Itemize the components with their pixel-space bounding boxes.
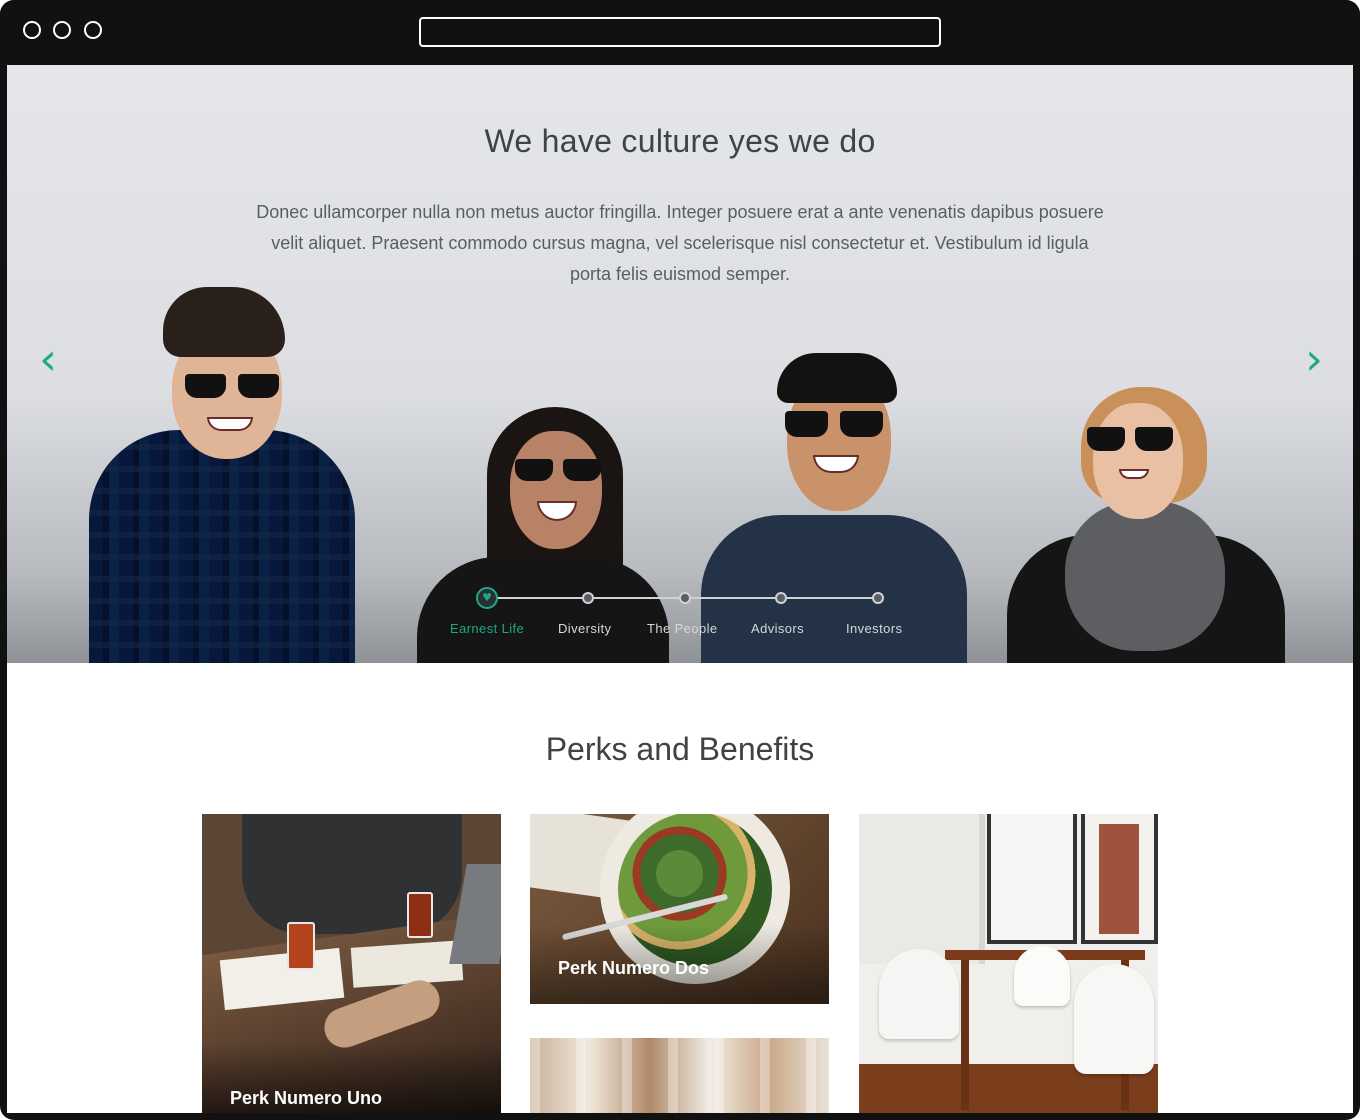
browser-window: We have culture yes we do Donec ullamcor…	[0, 0, 1360, 1120]
chevron-right-icon: ›	[1305, 334, 1323, 385]
timeline-label-investors[interactable]: Investors	[846, 621, 902, 636]
heart-icon: ♥	[482, 591, 492, 604]
timeline-node-advisors[interactable]	[775, 592, 787, 604]
perk-card-3[interactable]	[859, 814, 1158, 1113]
timeline-node-earnest-life[interactable]: ♥	[476, 587, 498, 609]
window-maximize-button[interactable]	[84, 21, 102, 39]
timeline-label-the-people[interactable]: The People	[647, 621, 718, 636]
hero-description: Donec ullamcorper nulla non metus auctor…	[256, 202, 1104, 284]
perk-card-2[interactable]: Perk Numero Dos	[530, 814, 829, 1004]
timeline-node-the-people[interactable]	[679, 592, 691, 604]
window-minimize-button[interactable]	[53, 21, 71, 39]
address-bar[interactable]	[419, 17, 941, 47]
perk-card-1-label: Perk Numero Uno	[230, 1088, 383, 1108]
next-slide-button[interactable]: ›	[1299, 338, 1329, 382]
culture-timeline: ♥ Earnest Life Diversity The People Advi…	[437, 585, 907, 645]
perk-card-1[interactable]: Perk Numero Uno	[202, 814, 501, 1113]
timeline-node-diversity[interactable]	[582, 592, 594, 604]
culture-hero: We have culture yes we do Donec ullamcor…	[7, 65, 1353, 663]
timeline-node-investors[interactable]	[872, 592, 884, 604]
timeline-label-advisors[interactable]: Advisors	[751, 621, 804, 636]
browser-titlebar	[0, 0, 1360, 62]
hero-title: We have culture yes we do	[484, 123, 876, 159]
perk-card-2-label: Perk Numero Dos	[558, 958, 710, 978]
perk-card-4[interactable]	[530, 1038, 829, 1113]
prev-slide-button[interactable]: ‹	[33, 338, 63, 382]
timeline-label-diversity[interactable]: Diversity	[558, 621, 611, 636]
page-viewport: We have culture yes we do Donec ullamcor…	[7, 65, 1353, 1113]
chevron-left-icon: ‹	[39, 334, 57, 385]
timeline-label-earnest-life[interactable]: Earnest Life	[450, 621, 524, 636]
window-close-button[interactable]	[23, 21, 41, 39]
perks-title: Perks and Benefits	[545, 731, 815, 767]
